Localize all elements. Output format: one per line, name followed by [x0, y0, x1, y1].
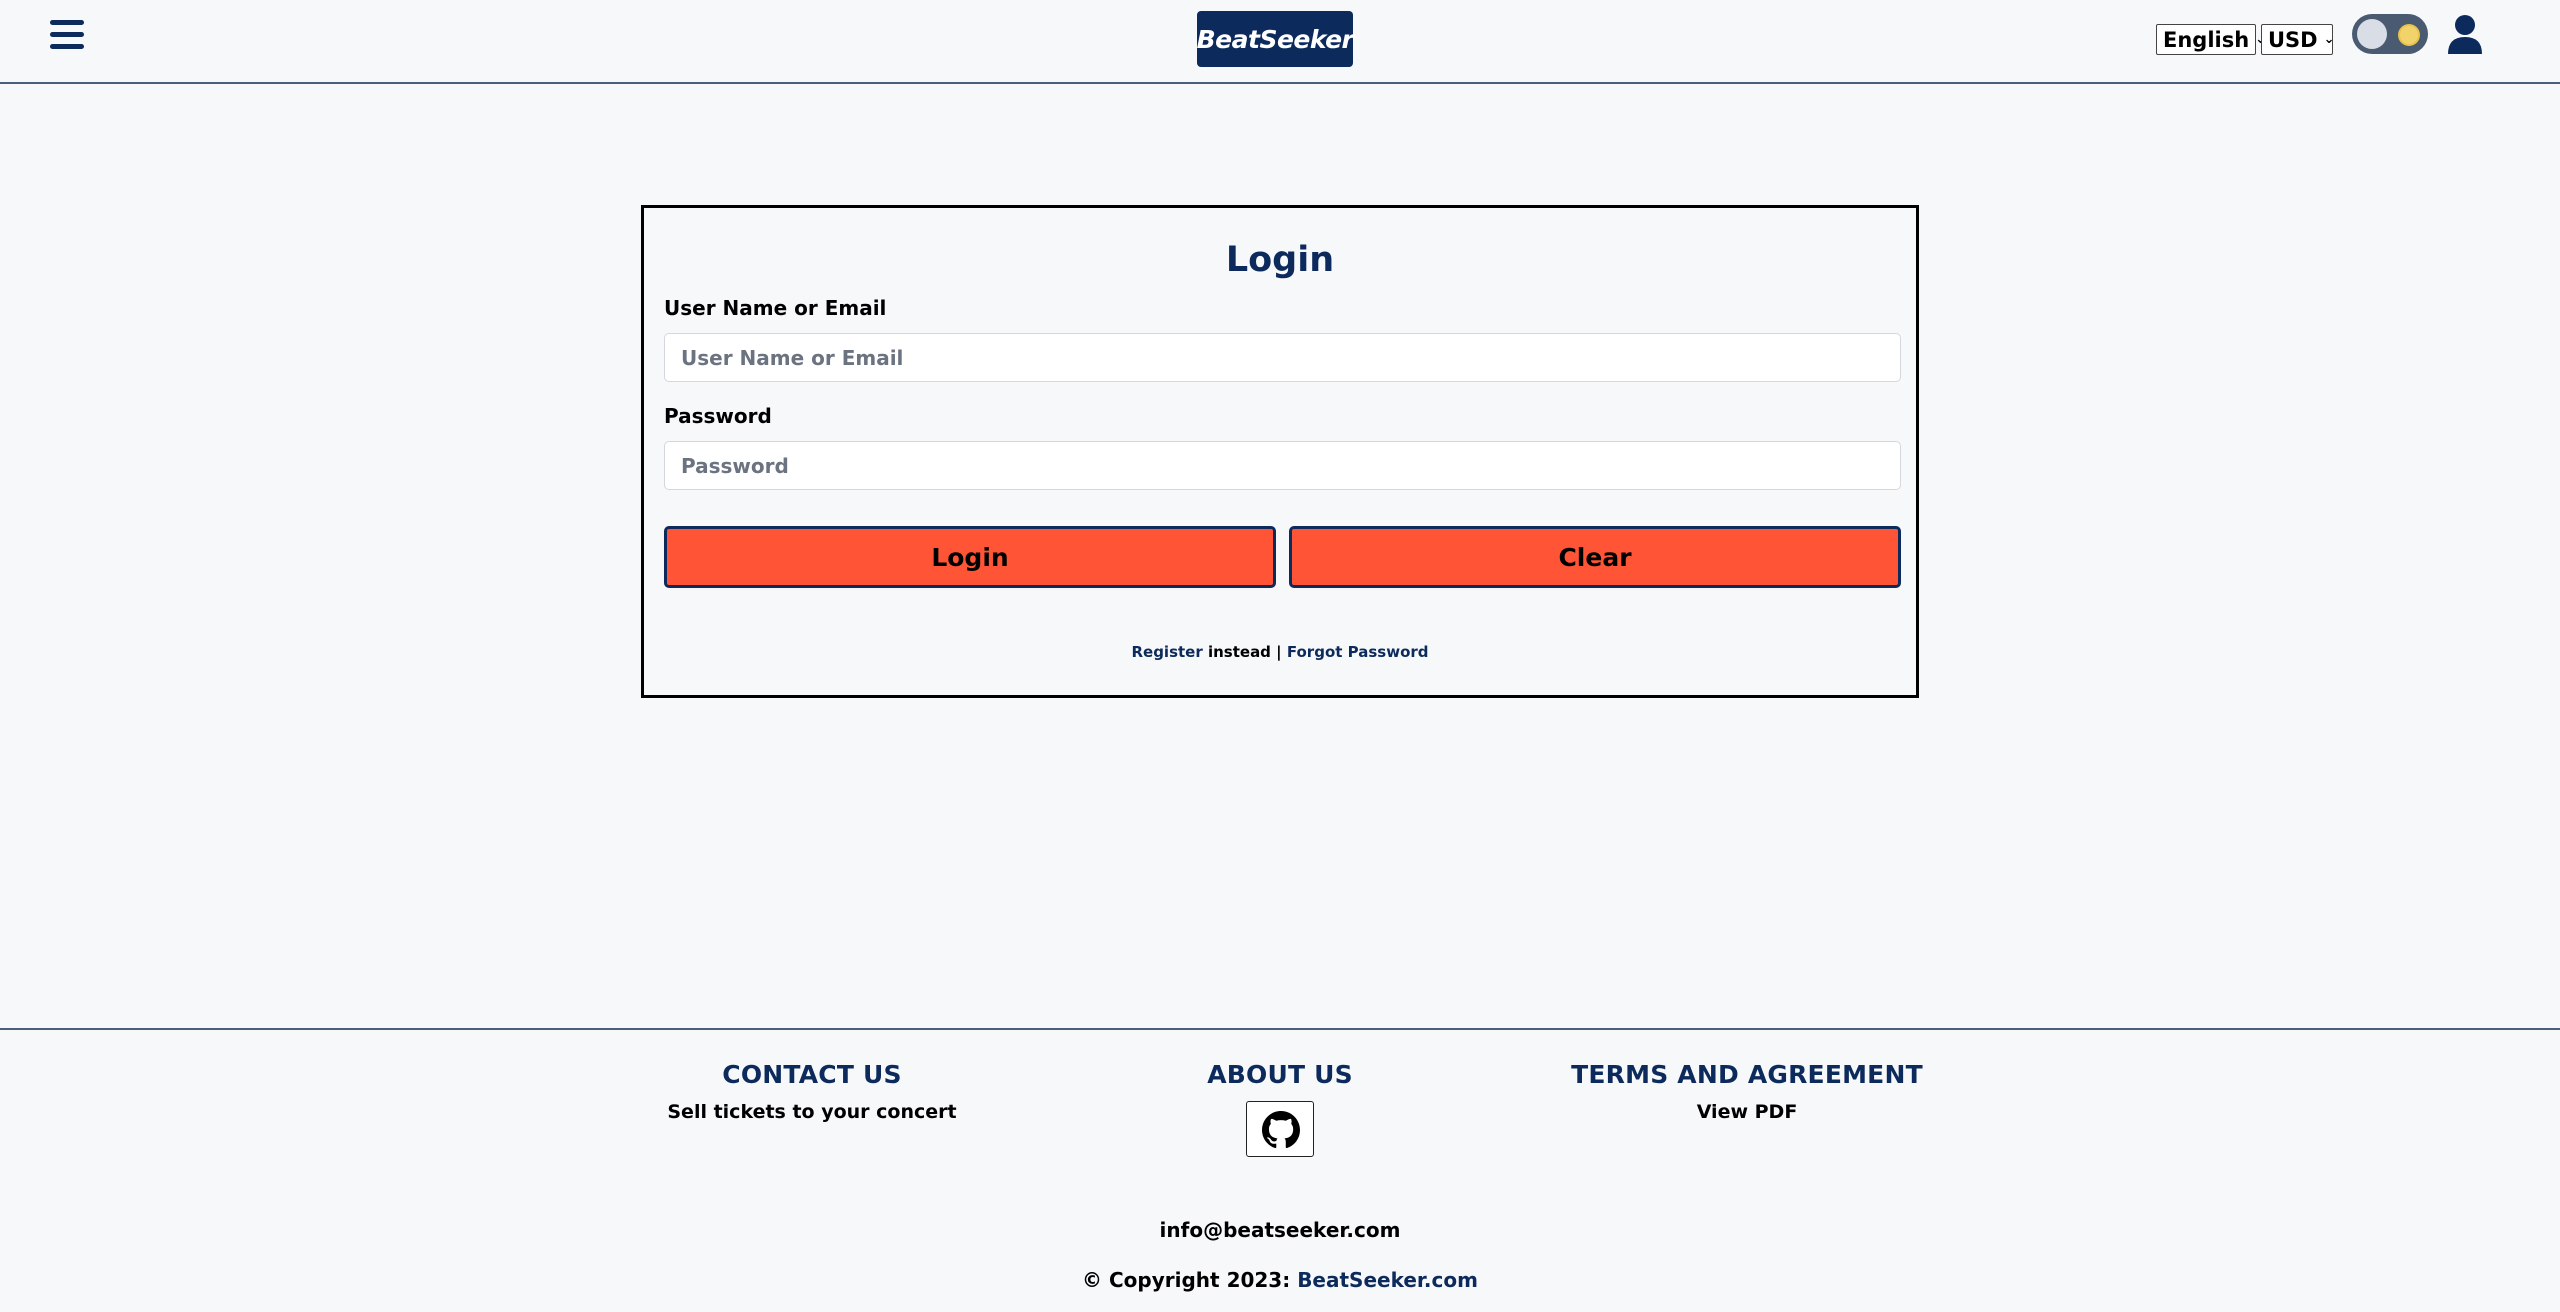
- page-title: Login: [1225, 240, 1335, 280]
- chevron-down-icon: ⌄: [2323, 32, 2335, 47]
- language-select-value: English: [2163, 27, 2250, 52]
- terms-title: TERMS AND AGREEMENT: [1571, 1060, 1923, 1089]
- hamburger-menu-icon[interactable]: [50, 20, 88, 54]
- view-pdf-link[interactable]: View PDF: [1547, 1101, 1947, 1123]
- auth-links: Register instead | Forgot Password: [644, 643, 1916, 661]
- sell-tickets-link[interactable]: Sell tickets to your concert: [612, 1101, 1012, 1123]
- username-input[interactable]: [664, 333, 1901, 382]
- username-label: User Name or Email: [664, 296, 887, 320]
- clear-button[interactable]: Clear: [1289, 526, 1901, 588]
- currency-select[interactable]: USD ⌄: [2261, 24, 2335, 55]
- user-icon[interactable]: [2446, 14, 2484, 54]
- toggle-knob: [2357, 19, 2387, 49]
- login-button[interactable]: Login: [664, 526, 1276, 588]
- footer-contact: CONTACT US Sell tickets to your concert: [612, 1060, 1012, 1123]
- currency-select-value: USD: [2268, 27, 2318, 52]
- copyright-link[interactable]: BeatSeeker.com: [1297, 1268, 1478, 1292]
- contact-title: CONTACT US: [722, 1060, 902, 1089]
- footer-about: ABOUT US: [1080, 1060, 1480, 1161]
- logo[interactable]: BeatSeeker: [1197, 11, 1354, 67]
- theme-toggle[interactable]: [2352, 14, 2428, 54]
- site-footer: CONTACT US Sell tickets to your concert …: [0, 1028, 2560, 1312]
- github-icon[interactable]: [1246, 1101, 1314, 1157]
- about-title: ABOUT US: [1207, 1060, 1353, 1089]
- password-label: Password: [664, 404, 772, 428]
- forgot-password-link[interactable]: Forgot Password: [1287, 643, 1429, 661]
- language-select[interactable]: English ⌄: [2156, 24, 2266, 55]
- login-card: Login User Name or Email Password Login …: [641, 205, 1919, 698]
- register-link[interactable]: Register: [1131, 643, 1202, 661]
- copyright-text: © Copyright 2023:: [1082, 1268, 1298, 1292]
- contact-email[interactable]: info@beatseeker.com: [0, 1218, 2560, 1242]
- footer-terms: TERMS AND AGREEMENT View PDF: [1547, 1060, 1947, 1123]
- copyright: © Copyright 2023: BeatSeeker.com: [0, 1268, 2560, 1292]
- instead-text: instead |: [1202, 643, 1287, 661]
- sun-icon: [2400, 26, 2418, 44]
- site-header: BeatSeeker English ⌄ USD ⌄: [0, 0, 2560, 84]
- password-input[interactable]: [664, 441, 1901, 490]
